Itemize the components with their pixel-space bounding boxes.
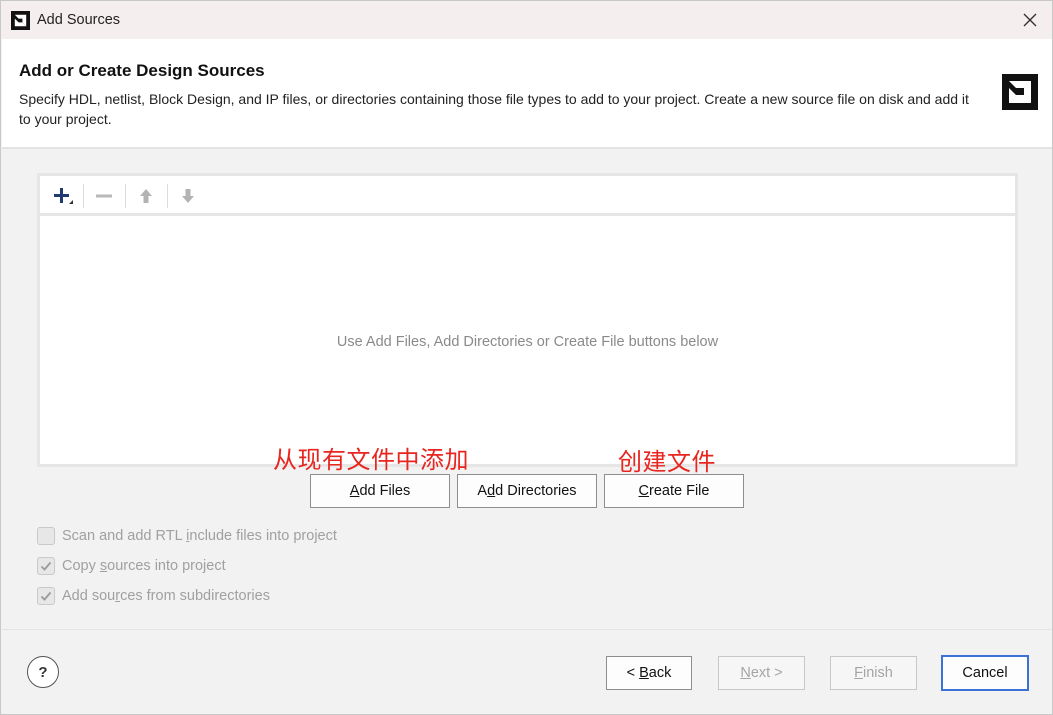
option-label: Copy sources into project [62, 558, 226, 574]
toolbar-separator [167, 184, 168, 208]
move-down-button[interactable] [174, 182, 202, 210]
help-button[interactable]: ? [27, 656, 59, 688]
add-files-label: Add Files [349, 483, 411, 499]
checkmark-icon [40, 591, 52, 601]
finish-button[interactable]: Finish [830, 656, 917, 690]
toolbar-separator [83, 184, 84, 208]
move-up-button[interactable] [132, 182, 160, 210]
add-directories-button[interactable]: Add Directories [457, 474, 597, 508]
toolbar-separator [125, 184, 126, 208]
option-copy-sources[interactable]: Copy sources into project [37, 556, 226, 576]
annotation-create-file: 创建文件 [618, 448, 716, 476]
option-add-from-subdirectories[interactable]: Add sources from subdirectories [37, 586, 270, 606]
cancel-label: Cancel [962, 665, 1008, 681]
add-sources-dialog: Add Sources Add or Create Design Sources… [0, 0, 1053, 715]
move-down-icon[interactable] [179, 187, 197, 205]
option-label: Scan and add RTL include files into proj… [62, 528, 337, 544]
back-label: < Back [626, 665, 672, 681]
wizard-header: Add or Create Design Sources Specify HDL… [2, 39, 1052, 149]
add-files-button[interactable]: Add Files [310, 474, 450, 508]
help-icon: ? [38, 663, 48, 681]
create-file-button[interactable]: Create File [604, 474, 744, 508]
checkbox[interactable] [37, 557, 55, 575]
next-button[interactable]: Next > [718, 656, 805, 690]
cancel-button[interactable]: Cancel [941, 655, 1029, 691]
back-button[interactable]: < Back [606, 656, 692, 690]
remove-icon[interactable] [94, 186, 114, 206]
add-directories-label: Add Directories [477, 483, 577, 499]
amd-logo-icon [1002, 74, 1038, 110]
next-label: Next > [740, 665, 783, 681]
close-icon[interactable] [1023, 13, 1037, 27]
checkmark-icon [40, 561, 52, 571]
finish-label: Finish [854, 665, 893, 681]
file-list-toolbar [40, 176, 1015, 216]
checkbox[interactable] [37, 527, 55, 545]
footer-divider [2, 629, 1052, 630]
add-menu-button[interactable] [48, 182, 76, 210]
empty-list-message: Use Add Files, Add Directories or Create… [336, 334, 719, 350]
window-title: Add Sources [37, 12, 121, 28]
annotation-add-from-existing: 从现有文件中添加 [273, 446, 469, 474]
page-title: Add or Create Design Sources [19, 61, 265, 80]
source-files-panel: Use Add Files, Add Directories or Create… [37, 173, 1018, 467]
checkbox[interactable] [37, 587, 55, 605]
page-description: Specify HDL, netlist, Block Design, and … [19, 91, 969, 127]
create-file-label: Create File [638, 483, 710, 499]
remove-button[interactable] [90, 182, 118, 210]
app-logo-icon [11, 11, 30, 30]
option-scan-rtl-include[interactable]: Scan and add RTL include files into proj… [37, 526, 337, 546]
move-up-icon[interactable] [137, 187, 155, 205]
add-icon[interactable] [50, 184, 74, 208]
option-label: Add sources from subdirectories [62, 588, 270, 604]
close-button[interactable] [1016, 7, 1044, 33]
title-bar: Add Sources [1, 1, 1052, 39]
